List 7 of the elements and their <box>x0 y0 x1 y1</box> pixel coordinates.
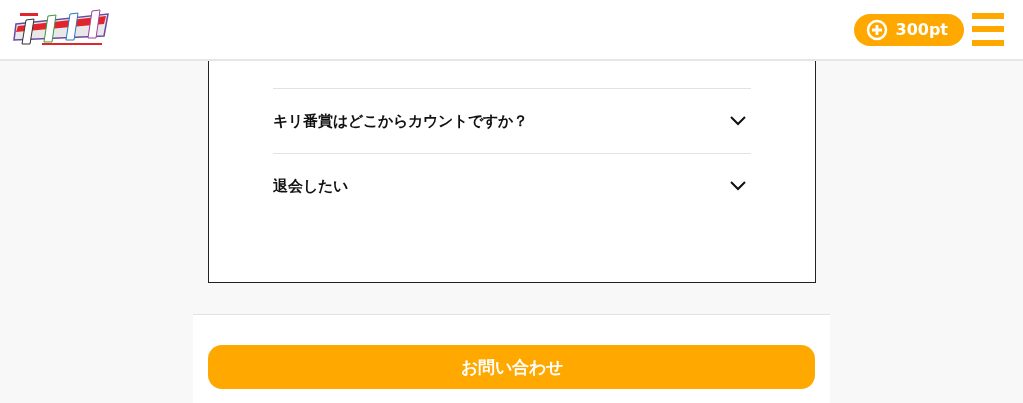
plus-circle-icon <box>865 18 888 41</box>
faq-question: キリ番賞はどこからカウントですか？ <box>272 111 528 131</box>
faq-item[interactable]: キリ番賞はどこからカウントですか？ <box>272 88 751 153</box>
chevron-icon <box>729 181 746 191</box>
chevron-icon <box>729 116 746 126</box>
faq-item[interactable]: 退会したい <box>272 153 751 218</box>
faq-question: 退会したい <box>272 176 348 196</box>
